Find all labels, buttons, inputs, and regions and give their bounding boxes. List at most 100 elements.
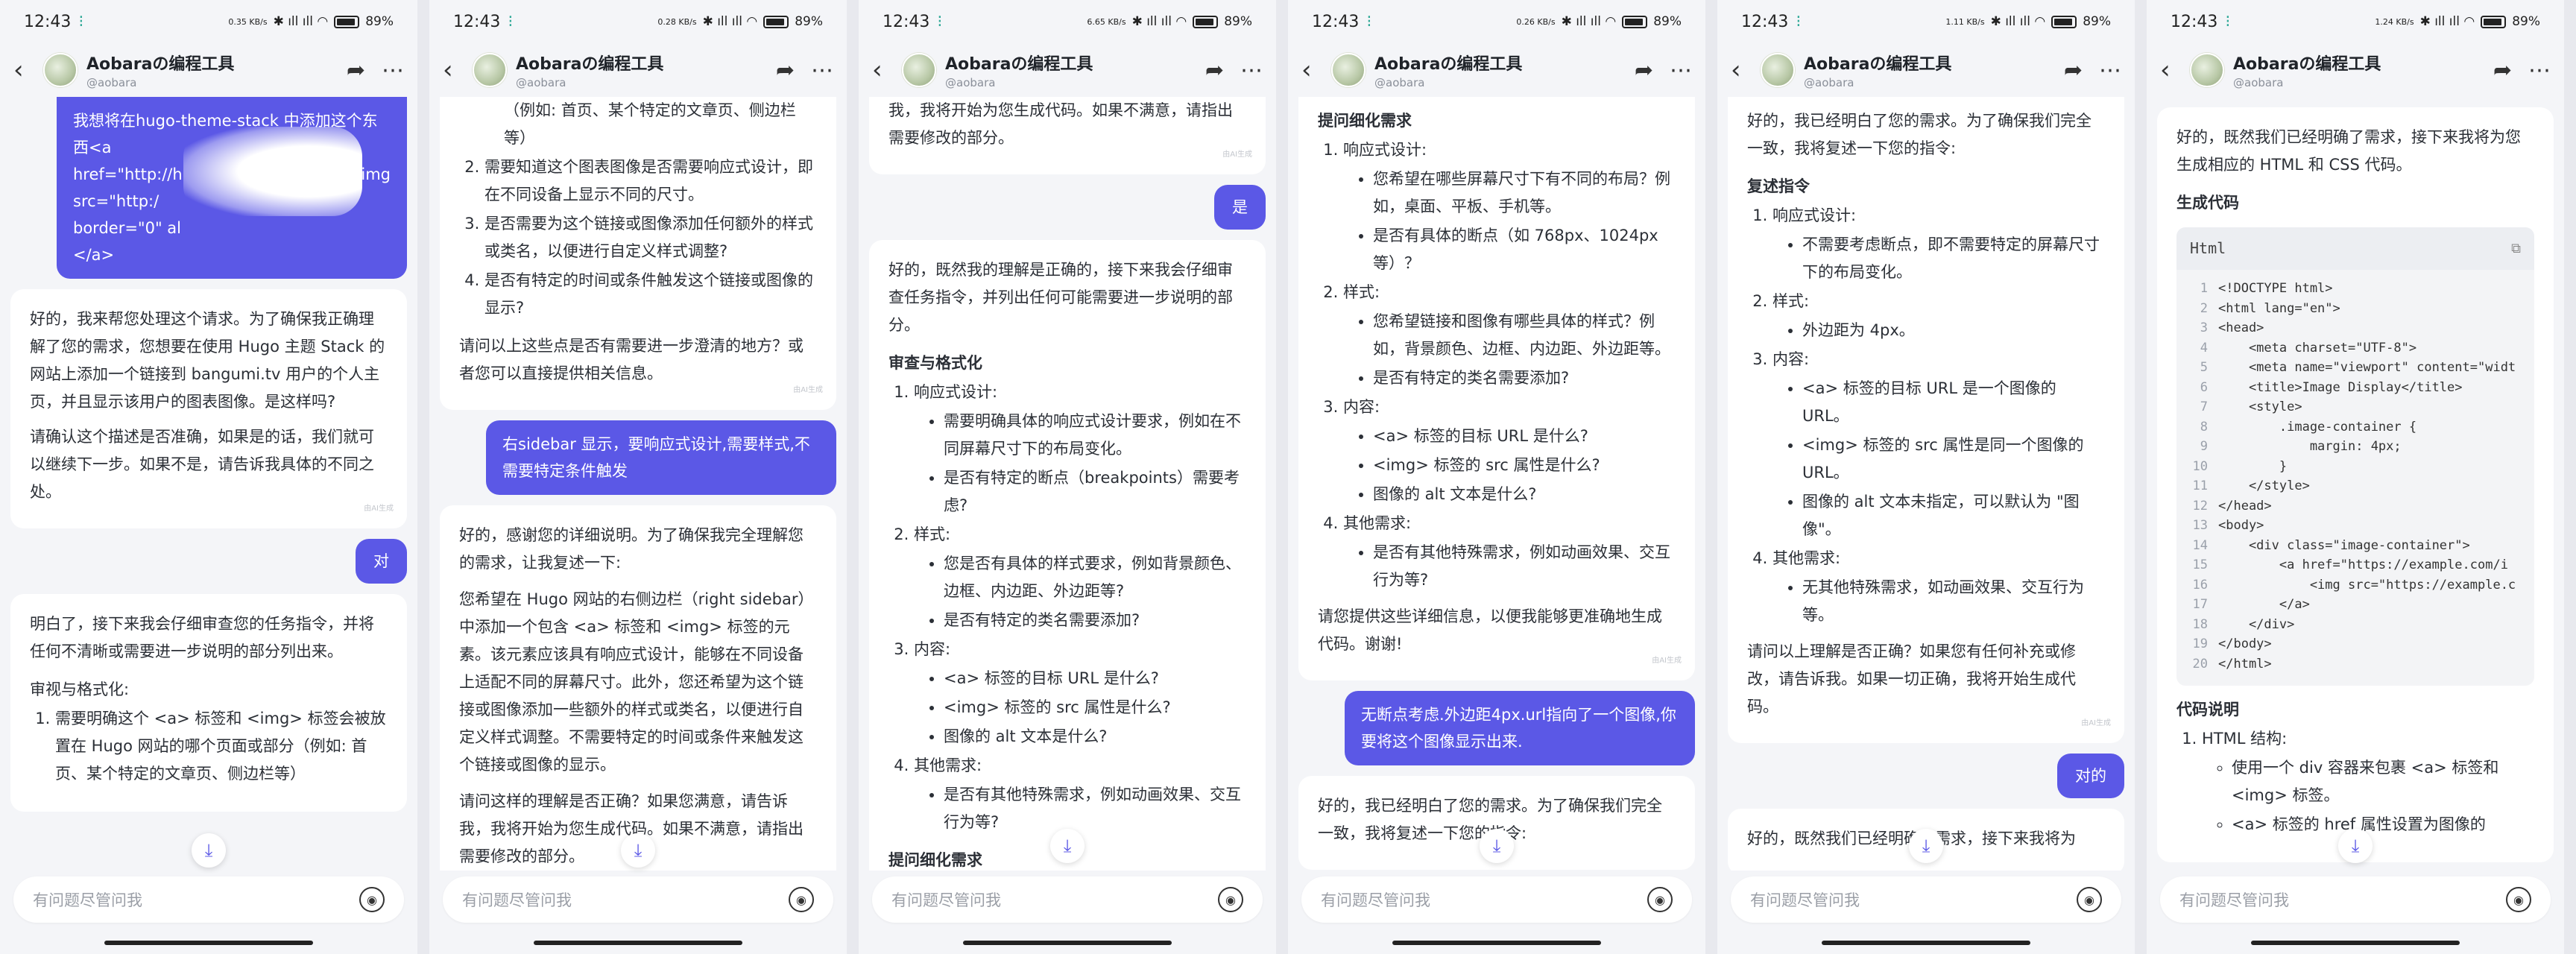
voice-icon[interactable]: ◉ — [1218, 887, 1243, 912]
share-icon[interactable]: ➦ — [1635, 57, 1653, 83]
message-text: （例如: 首页、某个特定的文章页、侧边栏等） — [504, 101, 796, 147]
chat-area[interactable]: 好的，既然我们已经明确了需求，接下来我将为您生成相应的 HTML 和 CSS 代… — [2147, 97, 2564, 871]
share-icon[interactable]: ➦ — [347, 57, 365, 83]
battery-level: 89% — [1653, 14, 1682, 29]
home-indicator[interactable] — [2251, 941, 2460, 945]
chat-area[interactable]: 我，我将开始为您生成代码。如果不满意，请指出需要修改的部分。 由AI生成 是 好… — [859, 97, 1276, 871]
ai-message: 明白了，接下来我会仔细审查您的任务指令，并将任何不清晰或需要进一步说明的部分列出… — [10, 594, 407, 812]
home-indicator[interactable] — [1392, 941, 1601, 945]
scroll-down-button[interactable]: ⤓ — [621, 833, 655, 868]
more-icon[interactable]: ⋯ — [382, 57, 404, 83]
home-indicator[interactable] — [104, 941, 313, 945]
avatar[interactable] — [902, 53, 936, 87]
share-icon[interactable]: ➦ — [1205, 57, 1224, 83]
chat-area[interactable]: 好的，我已经明白了您的需求。为了确保我们完全一致，我将复述一下您的指令: 复述指… — [1717, 97, 2135, 871]
message-text: 好的，我已经明白了您的需求。为了确保我们完全一致，我将复述一下您的指令: — [1747, 112, 2092, 157]
bot-title: Aobaraの编程工具 — [1374, 55, 1523, 74]
share-icon[interactable]: ➦ — [2064, 57, 2083, 83]
list-item: <a> 标签的目标 URL 是一个图像的 URL。 — [1802, 375, 2105, 430]
list-item: 其他需求: 无其他特殊需求，如动画效果、交互行为等。 — [1772, 545, 2105, 629]
chat-area[interactable]: 提问细化需求 响应式设计: 您希望在哪些屏幕尺寸下有不同的布局？例如，桌面、平板… — [1288, 97, 1705, 871]
home-indicator[interactable] — [1822, 941, 2030, 945]
ai-generated-tag: 由AI生成 — [793, 386, 823, 394]
code-block-header: Html ⧉ — [2176, 227, 2534, 270]
status-time: 12:43 — [883, 12, 930, 31]
user-message: 对的 — [2057, 754, 2124, 798]
chat-input[interactable]: 有问题尽管问我 ◉ — [443, 876, 833, 923]
avatar[interactable] — [1331, 53, 1366, 87]
chat-input[interactable]: 有问题尽管问我 ◉ — [872, 876, 1263, 923]
signal-icon: ✱ ıll ıll ◠ — [1990, 14, 2046, 29]
back-icon[interactable]: ‹ — [872, 55, 902, 85]
status-time: 12:43 — [1741, 12, 1789, 31]
copy-icon[interactable]: ⧉ — [2511, 235, 2521, 262]
back-icon[interactable]: ‹ — [13, 55, 43, 85]
voice-icon[interactable]: ◉ — [2077, 887, 2102, 912]
message-text: 对的 — [2075, 767, 2106, 785]
avatar[interactable] — [1761, 53, 1795, 87]
code-text: <meta charset="UTF-8"> — [2218, 340, 2417, 356]
net-speed: 6.65 KB/s — [1087, 16, 1126, 27]
code-content: 1 <!DOCTYPE html> 2 <html lang="en"> 3 <head>… — [2176, 270, 2534, 686]
code-text: <style> — [2218, 399, 2302, 414]
avatar[interactable] — [2190, 53, 2224, 87]
more-icon[interactable]: ⋯ — [2528, 57, 2551, 83]
list-item: 图像的 alt 文本是什么? — [944, 723, 1246, 751]
bot-handle: @aobara — [2233, 76, 2284, 89]
scroll-down-button[interactable]: ⤓ — [1480, 829, 1514, 863]
more-icon[interactable]: ⋯ — [1240, 57, 1263, 83]
message-heading: 提问细化需求 — [1318, 112, 1412, 130]
avatar[interactable] — [473, 53, 507, 87]
avatar[interactable] — [43, 53, 78, 87]
chat-area[interactable]: 我想将在hugo-theme-stack 中添加这个东西<a href="htt… — [0, 97, 417, 871]
signal-icon: ✱ ıll ıll ◠ — [702, 14, 758, 29]
home-indicator[interactable] — [534, 941, 742, 945]
list-item: 其他需求: 是否有其他特殊需求，例如动画效果、交互行为等? — [1343, 510, 1676, 594]
chat-header: ‹ Aobaraの编程工具 @aobara ➦ ⋯ — [0, 43, 417, 97]
ai-message: 好的，既然我们已经明确了需求，接下来我将为您生成相应的 HTML 和 CSS 代… — [2157, 107, 2554, 862]
back-icon[interactable]: ‹ — [1731, 55, 1761, 85]
list-item: <a> 标签的目标 URL 是什么? — [944, 665, 1246, 692]
list-item: 内容: <a> 标签的目标 URL 是一个图像的 URL。<img> 标签的 s… — [1772, 346, 2105, 543]
bot-title: Aobaraの编程工具 — [1804, 55, 1952, 74]
voice-icon[interactable]: ◉ — [2506, 887, 2531, 912]
back-icon[interactable]: ‹ — [2160, 55, 2190, 85]
list-item: 不需要考虑断点，即不需要特定的屏幕尺寸下的布局变化。 — [1802, 231, 2105, 286]
list-item: 需要明确具体的响应式设计要求，例如在不同屏幕尺寸下的布局变化。 — [944, 408, 1246, 463]
scroll-down-button[interactable]: ⤓ — [1909, 829, 1943, 863]
battery-icon — [1193, 15, 1219, 28]
scroll-down-button[interactable]: ⤓ — [1050, 829, 1085, 863]
code-text: .image-container { — [2218, 419, 2417, 435]
voice-icon[interactable]: ◉ — [789, 887, 814, 912]
voice-icon[interactable]: ◉ — [1647, 887, 1673, 912]
more-icon[interactable]: ⋯ — [2099, 57, 2121, 83]
signal-icon: ✱ ıll ıll ◠ — [2419, 14, 2475, 29]
status-bar: 12:43 ⁝ 6.65 KB/s ✱ ıll ıll ◠ 89% — [859, 0, 1276, 43]
code-text: </html> — [2218, 656, 2272, 672]
bot-title: Aobaraの编程工具 — [945, 55, 1093, 74]
chat-area[interactable]: （例如: 首页、某个特定的文章页、侧边栏等） 需要知道这个图表图像是否需要响应式… — [429, 97, 847, 871]
input-placeholder: 有问题尽管问我 — [2179, 891, 2289, 909]
more-icon[interactable]: ⋯ — [811, 57, 833, 83]
chat-input[interactable]: 有问题尽管问我 ◉ — [13, 876, 404, 923]
more-icon[interactable]: ⋯ — [1670, 57, 1692, 83]
scroll-down-button[interactable]: ⤓ — [2338, 829, 2373, 863]
voice-icon[interactable]: ◉ — [359, 887, 385, 912]
scroll-down-button[interactable]: ⤓ — [192, 833, 226, 868]
status-bar: 12:43 ⁝ 0.35 KB/s ✱ ıll ıll ◠ 89% — [0, 0, 417, 43]
list-item: 外边距为 4px。 — [1802, 317, 2105, 344]
line-number: 5 — [2200, 360, 2208, 375]
list-item: 使用一个 div 容器来包裹 <a> 标签和 <img> 标签。 — [2232, 754, 2534, 809]
line-number: 20 — [2192, 656, 2208, 672]
chat-header: ‹ Aobaraの编程工具 @aobara ➦ ⋯ — [1717, 43, 2135, 97]
chat-input[interactable]: 有问题尽管问我 ◉ — [2160, 876, 2551, 923]
net-speed: 1.24 KB/s — [2375, 16, 2414, 27]
chat-input[interactable]: 有问题尽管问我 ◉ — [1731, 876, 2121, 923]
share-icon[interactable]: ➦ — [2493, 57, 2512, 83]
back-icon[interactable]: ‹ — [443, 55, 473, 85]
share-icon[interactable]: ➦ — [776, 57, 795, 83]
chat-input[interactable]: 有问题尽管问我 ◉ — [1301, 876, 1692, 923]
home-indicator[interactable] — [963, 941, 1172, 945]
back-icon[interactable]: ‹ — [1301, 55, 1331, 85]
list-item: 内容: <a> 标签的目标 URL 是什么?<img> 标签的 src 属性是什… — [914, 636, 1246, 751]
